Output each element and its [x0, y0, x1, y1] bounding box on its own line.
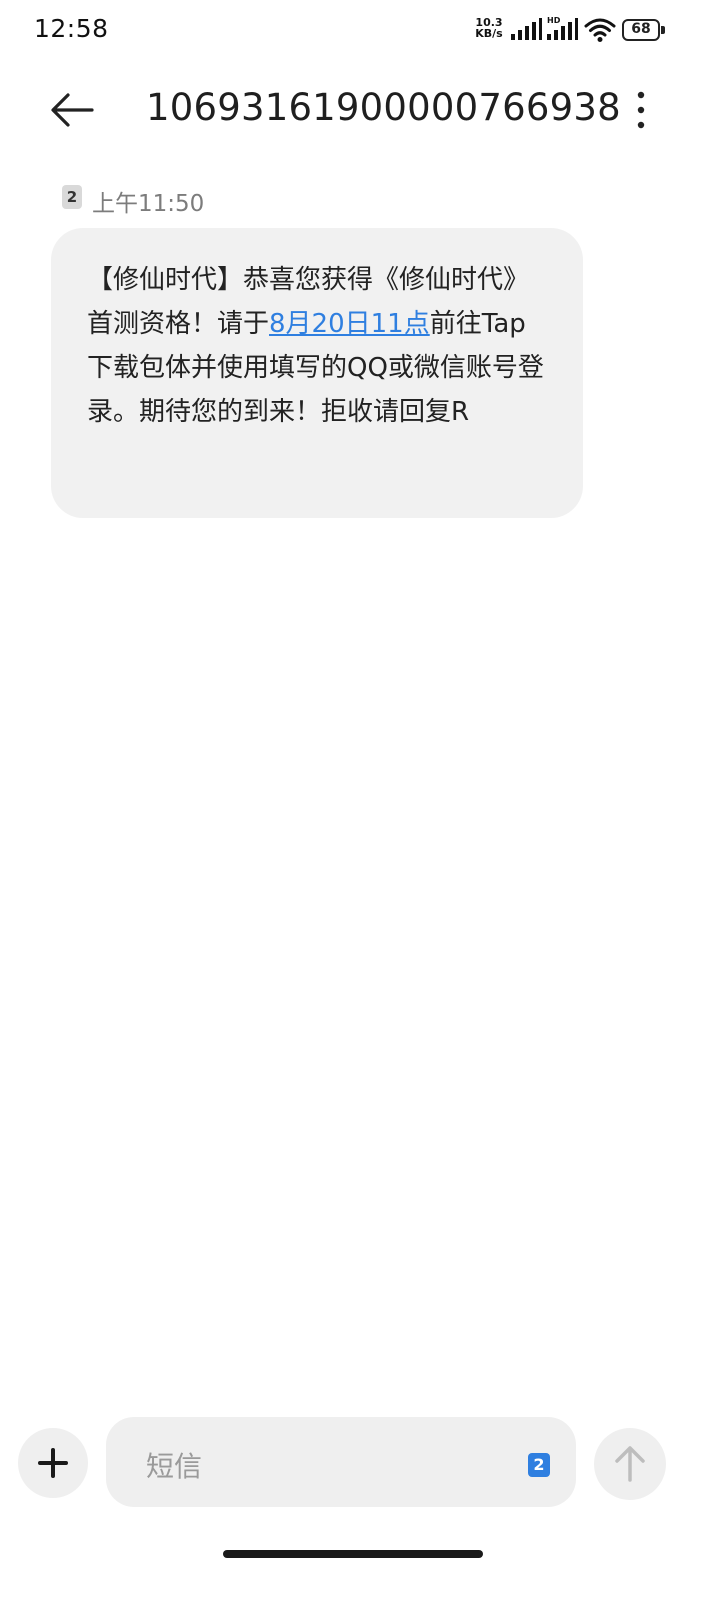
signal-hd-icon [547, 18, 578, 40]
status-bar: 12:58 10.3 KB/s HD 68 [0, 0, 720, 62]
more-options-button[interactable] [626, 86, 656, 134]
battery-icon: 68 [622, 19, 666, 41]
wifi-icon [584, 18, 616, 42]
status-time: 12:58 [34, 14, 109, 43]
more-vertical-icon [637, 91, 645, 129]
sim-badge: 2 [62, 185, 82, 209]
sim-select-button[interactable]: 2 [528, 1453, 550, 1477]
battery-tip [661, 26, 665, 34]
conversation-header: 10693161900000766938 [0, 70, 720, 150]
date-link[interactable]: 8月20日11点 [269, 309, 430, 339]
message-bubble[interactable]: 【修仙时代】恭喜您获得《修仙时代》首测资格！请于8月20日11点前往Tap下载包… [51, 228, 583, 518]
arrow-up-icon [615, 1446, 645, 1482]
message-time: 上午11:50 [92, 191, 205, 217]
plus-icon [38, 1448, 68, 1478]
network-speed-unit: KB/s [475, 27, 503, 40]
send-button[interactable] [594, 1428, 666, 1500]
home-indicator[interactable] [223, 1550, 483, 1558]
add-attachment-button[interactable] [18, 1428, 88, 1498]
back-button[interactable] [46, 88, 98, 132]
arrow-left-icon [51, 93, 94, 127]
message-input[interactable]: 短信 2 [106, 1417, 576, 1507]
conversation-title: 10693161900000766938 [146, 86, 621, 129]
input-placeholder: 短信 [146, 1450, 203, 1483]
signal-icon [511, 18, 542, 40]
network-speed: 10.3 KB/s [472, 17, 506, 39]
battery-level: 68 [631, 21, 651, 37]
message-text: 【修仙时代】恭喜您获得《修仙时代》首测资格！请于8月20日11点前往Tap下载包… [87, 258, 549, 434]
